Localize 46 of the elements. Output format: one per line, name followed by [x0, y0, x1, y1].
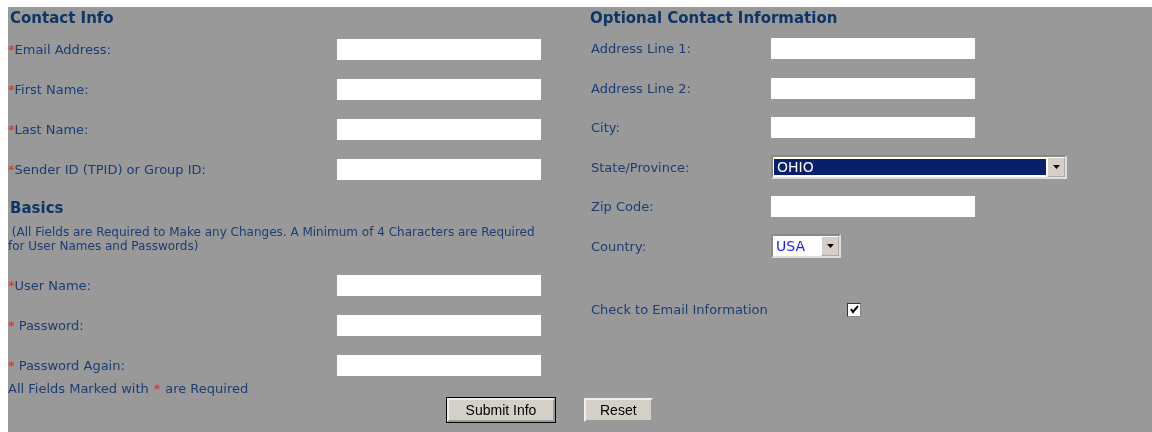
requirements-note: (All Fields are Required to Make any Changes. A Minimum of 4 Characters are Required for User Names and Passwords) — [8, 225, 536, 253]
required-marker: * — [8, 357, 15, 373]
input-field[interactable] — [337, 274, 541, 296]
input-field[interactable] — [337, 158, 541, 180]
dropdown[interactable]: USA — [771, 234, 841, 259]
input-field[interactable] — [771, 38, 975, 60]
field-label: Address Line 1: — [591, 41, 692, 57]
field-label: Address Line 2: — [591, 80, 692, 96]
required-marker: * — [8, 277, 15, 293]
form-button[interactable]: Reset — [584, 398, 653, 422]
field-label: State/Province: — [591, 159, 691, 175]
footnote-text: All Fields Marked with — [8, 381, 149, 396]
section-heading: Optional Contact Information — [589, 8, 839, 29]
required-marker: * — [8, 161, 15, 177]
field-label: Password: — [17, 317, 84, 333]
required-marker: * — [8, 41, 15, 57]
checkbox[interactable] — [847, 302, 861, 317]
form-button[interactable]: Submit Info — [447, 398, 555, 422]
field-label: Country: — [591, 238, 648, 254]
input-field[interactable] — [337, 314, 541, 336]
required-marker: * — [8, 81, 15, 97]
dropdown[interactable]: OHIO — [771, 155, 1067, 180]
footnote-text: are Required — [165, 381, 249, 396]
input-field[interactable] — [337, 38, 541, 60]
section-heading: Basics — [9, 198, 65, 219]
required-marker: * — [8, 317, 15, 333]
section-heading: Contact Info — [9, 8, 115, 29]
field-label: Last Name: — [14, 121, 89, 137]
input-field[interactable] — [337, 78, 541, 100]
input-field[interactable] — [337, 354, 541, 376]
input-field[interactable] — [771, 117, 975, 139]
field-label: First Name: — [14, 81, 89, 97]
input-field[interactable] — [771, 77, 975, 99]
caret-icon — [826, 244, 834, 249]
field-label: Zip Code: — [591, 199, 655, 215]
input-field[interactable] — [337, 118, 541, 140]
required-marker: * — [153, 381, 161, 396]
checkbox-label: Check to Email Information — [591, 302, 769, 317]
field-label: Email Address: — [14, 41, 111, 57]
input-field[interactable] — [771, 196, 975, 218]
required-marker: * — [8, 121, 15, 137]
field-label: City: — [591, 120, 621, 136]
caret-icon — [1052, 165, 1060, 170]
field-label: Sender ID (TPID) or Group ID: — [14, 161, 206, 177]
field-label: Password Again: — [17, 357, 125, 373]
field-label: User Name: — [14, 277, 91, 293]
